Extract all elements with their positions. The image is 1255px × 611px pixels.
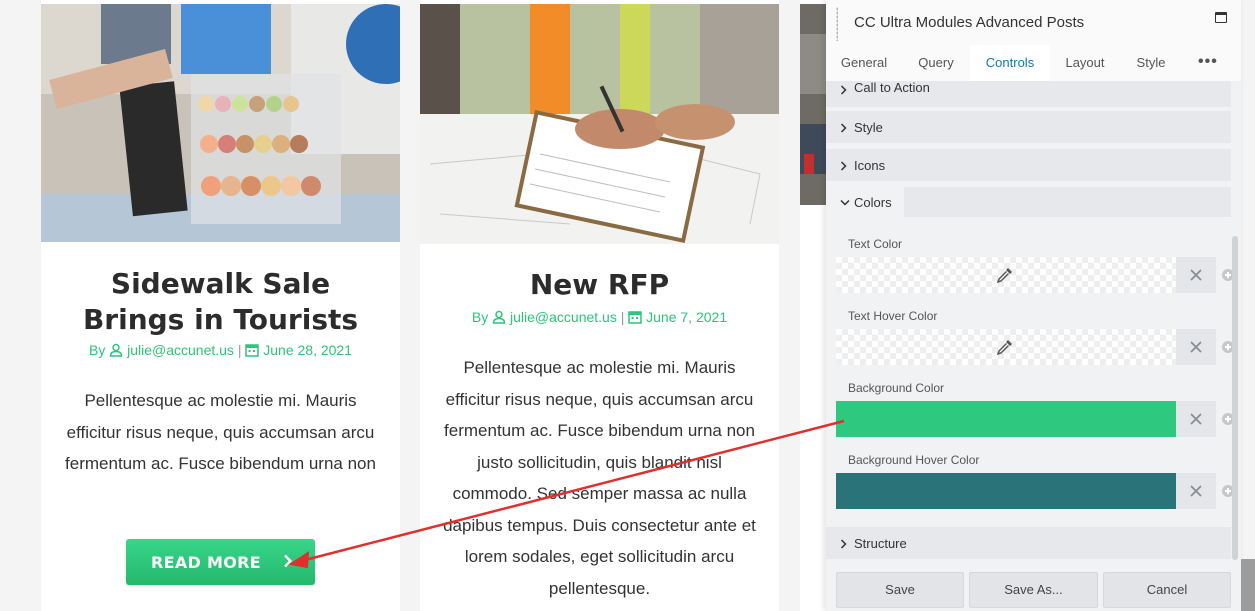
panel-title: CC Ultra Modules Advanced Posts	[854, 14, 1085, 31]
settings-tabs: General Query Controls Layout Style •••	[826, 45, 1241, 81]
meta-separator: |	[237, 342, 242, 358]
clear-background-color-button[interactable]	[1176, 401, 1216, 437]
meta-date-link[interactable]: June 7, 2021	[646, 309, 727, 325]
close-icon	[1190, 413, 1202, 425]
meta-by-label: By	[88, 342, 106, 358]
post-image-macarons[interactable]	[41, 4, 400, 242]
section-structure[interactable]: Structure	[826, 527, 1231, 559]
section-label: Structure	[854, 536, 907, 551]
post-title[interactable]: New RFP	[420, 267, 779, 303]
section-label: Call to Action	[854, 80, 930, 95]
user-icon	[492, 310, 506, 324]
maximize-icon[interactable]	[1215, 12, 1227, 23]
section-call-to-action[interactable]: Call to Action	[826, 81, 1231, 107]
text-color-picker[interactable]	[836, 257, 1176, 293]
chevron-right-icon	[840, 85, 847, 95]
post-title[interactable]: Sidewalk Sale Brings in Tourists	[41, 266, 400, 338]
post-excerpt: Pellentesque ac molestie mi. Mauris effi…	[65, 391, 376, 473]
section-icons[interactable]: Icons	[826, 149, 1231, 181]
section-label: Colors	[854, 195, 892, 210]
tab-layout[interactable]: Layout	[1056, 45, 1114, 81]
post-title-line[interactable]: Sidewalk Sale	[41, 266, 400, 302]
post-excerpt: Pellentesque ac molestie mi. Mauris effi…	[443, 358, 756, 598]
user-icon	[109, 343, 123, 357]
read-more-label: READ MORE	[151, 552, 261, 572]
section-style[interactable]: Style	[826, 111, 1231, 143]
background-color-label: Background Color	[848, 381, 945, 395]
drag-handle-icon[interactable]	[836, 7, 838, 41]
read-more-button[interactable]: READ MORE	[126, 539, 315, 585]
background-hover-color-picker[interactable]	[836, 473, 1176, 509]
meta-by-label: By	[471, 309, 489, 325]
module-settings-panel: CC Ultra Modules Advanced Posts General …	[826, 0, 1241, 611]
clear-text-hover-color-button[interactable]	[1176, 329, 1216, 365]
page-scroll-edge	[1241, 559, 1255, 611]
background-hover-color-label: Background Hover Color	[848, 453, 980, 467]
chevron-right-icon	[284, 554, 293, 568]
more-tabs-icon[interactable]: •••	[1198, 45, 1218, 81]
panel-scrollbar[interactable]	[1232, 236, 1238, 560]
macaron-stand-photo	[41, 4, 400, 242]
clear-text-color-button[interactable]	[1176, 257, 1216, 293]
construction-worker-photo	[420, 4, 779, 244]
post-meta: By julie@accunet.us | June 28, 2021	[41, 342, 400, 358]
post-title-line[interactable]: Brings in Tourists	[41, 302, 400, 338]
chevron-right-icon	[840, 123, 847, 133]
tab-query[interactable]: Query	[908, 45, 964, 81]
meta-author-link[interactable]: julie@accunet.us	[510, 309, 617, 325]
eyedropper-icon	[996, 340, 1012, 356]
section-label: Icons	[854, 158, 886, 173]
save-button[interactable]: Save	[836, 572, 964, 608]
meta-date-link[interactable]: June 28, 2021	[263, 342, 352, 358]
post-title-line[interactable]: New RFP	[420, 267, 779, 303]
close-icon	[1190, 485, 1202, 497]
section-colors[interactable]: Colors	[826, 187, 904, 217]
section-label: Style	[854, 120, 883, 135]
chevron-down-icon	[840, 199, 850, 206]
panel-header[interactable]: CC Ultra Modules Advanced Posts	[826, 0, 1241, 45]
cancel-button[interactable]: Cancel	[1103, 572, 1231, 608]
close-icon	[1190, 269, 1202, 281]
clear-background-hover-color-button[interactable]	[1176, 473, 1216, 509]
close-icon	[1190, 341, 1202, 353]
text-hover-color-picker[interactable]	[836, 329, 1176, 365]
post-card-sidewalk-sale: Sidewalk Sale Brings in Tourists By juli…	[41, 0, 400, 611]
post-image-blueprint[interactable]	[420, 4, 779, 244]
post-meta: By julie@accunet.us | June 7, 2021	[420, 309, 779, 325]
eyedropper-icon	[996, 268, 1012, 284]
post-card-new-rfp: New RFP By julie@accunet.us | June 7, 20…	[420, 0, 779, 611]
panel-footer: Save Save As... Cancel	[826, 560, 1241, 611]
chevron-right-icon	[840, 161, 847, 171]
tab-style[interactable]: Style	[1124, 45, 1178, 81]
tab-general[interactable]: General	[832, 45, 896, 81]
save-as-button[interactable]: Save As...	[969, 572, 1098, 608]
tab-controls[interactable]: Controls	[970, 45, 1050, 81]
meta-separator: |	[620, 309, 625, 325]
background-color-picker[interactable]	[836, 401, 1176, 437]
calendar-icon	[628, 311, 642, 324]
text-hover-color-label: Text Hover Color	[848, 309, 938, 323]
meta-author-link[interactable]: julie@accunet.us	[127, 342, 234, 358]
chevron-right-icon	[840, 539, 847, 549]
calendar-icon	[245, 344, 260, 357]
text-color-label: Text Color	[848, 237, 903, 251]
